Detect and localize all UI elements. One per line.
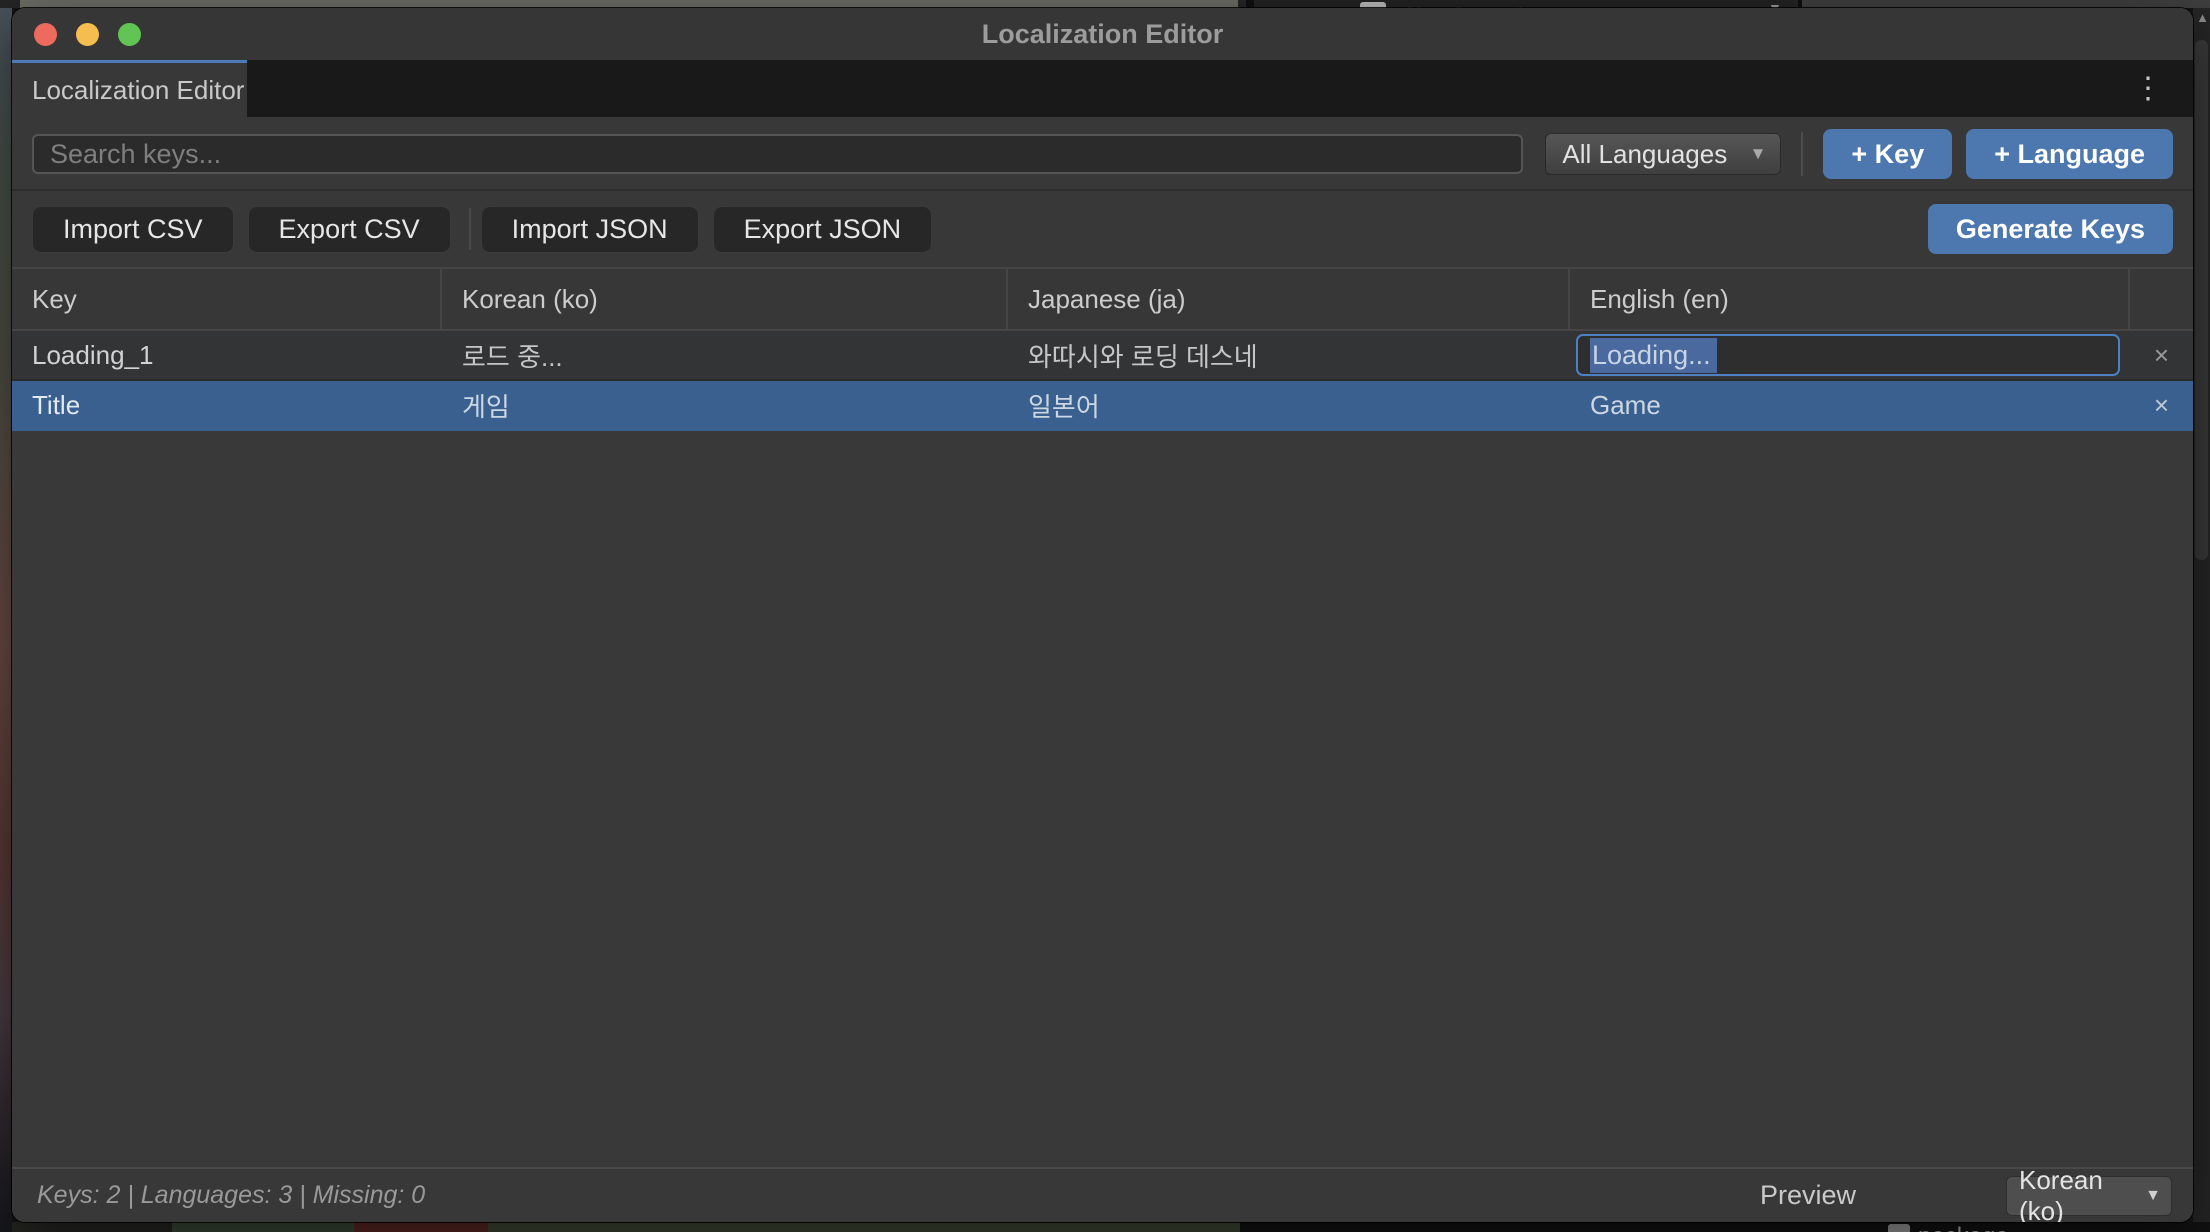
import-export-bar: Import CSV Export CSV Import JSON Export… xyxy=(12,191,2193,267)
background-scene-view-edge xyxy=(0,8,12,1232)
column-header-japanese[interactable]: Japanese (ja) xyxy=(1008,269,1570,329)
tab-localization-editor[interactable]: Localization Editor xyxy=(12,60,247,117)
background-fragment xyxy=(172,1222,354,1232)
chevron-down-icon: ▼ xyxy=(2145,1187,2161,1205)
background-project-item-label: package xyxy=(1918,1223,2009,1232)
table-row-title[interactable]: Title 게임 일본어 Game × xyxy=(12,381,2193,431)
chevron-down-icon: ▼ xyxy=(1768,0,1782,8)
delete-key-button[interactable]: × xyxy=(2130,381,2193,429)
delete-key-button[interactable]: × xyxy=(2130,331,2193,379)
background-panel-strip xyxy=(1798,0,2210,8)
background-fragment xyxy=(12,1222,172,1232)
localization-editor-window: Localization Editor Localization Editor … xyxy=(12,8,2193,1222)
toolbar-divider xyxy=(1801,132,1803,176)
toolbar: All Languages ▼ + Key + Language xyxy=(12,117,2193,189)
generate-keys-button[interactable]: Generate Keys xyxy=(1928,204,2173,254)
background-scene-tab-label: NewScene* xyxy=(1406,1,1525,8)
english-edit-input[interactable]: Loading... xyxy=(1576,334,2120,376)
preview-label: Preview xyxy=(1760,1180,1856,1211)
table-row-loading-1[interactable]: Loading_1 로드 중... 와따시와 로딩 데스네 Loading...… xyxy=(12,331,2193,381)
window-title: Localization Editor xyxy=(982,19,1224,50)
table-empty-area xyxy=(12,431,2193,1167)
key-cell[interactable]: Loading_1 xyxy=(12,331,442,379)
korean-cell[interactable]: 로드 중... xyxy=(442,331,1008,379)
background-toolbar-strip xyxy=(20,0,1238,8)
english-cell: Loading... xyxy=(1570,331,2130,379)
tab-label: Localization Editor xyxy=(32,75,244,106)
chevron-down-icon: ▼ xyxy=(1750,144,1767,164)
add-key-button[interactable]: + Key xyxy=(1823,129,1952,179)
background-fragment xyxy=(354,1222,488,1232)
close-window-button[interactable] xyxy=(34,23,57,46)
preview-language-dropdown[interactable]: Korean (ko) ▼ xyxy=(2006,1176,2172,1216)
minimize-window-button[interactable] xyxy=(76,23,99,46)
key-cell[interactable]: Title xyxy=(12,381,442,429)
japanese-cell[interactable]: 일본어 xyxy=(1008,381,1570,429)
language-filter-dropdown[interactable]: All Languages ▼ xyxy=(1545,133,1781,175)
export-json-button[interactable]: Export JSON xyxy=(713,206,933,253)
background-fragment xyxy=(488,1222,1240,1232)
background-project-panel-edge: package xyxy=(12,1222,2210,1232)
korean-cell[interactable]: 게임 xyxy=(442,381,1008,429)
status-bar: Keys: 2 | Languages: 3 | Missing: 0 Prev… xyxy=(12,1167,2193,1222)
background-scrollbar-thumb[interactable] xyxy=(2195,40,2208,560)
window-titlebar[interactable]: Localization Editor xyxy=(12,8,2193,60)
import-json-button[interactable]: Import JSON xyxy=(481,206,699,253)
background-scene-tab: NewScene* ▼ xyxy=(1246,0,1794,8)
language-filter-value: All Languages xyxy=(1562,139,1727,170)
search-input[interactable] xyxy=(32,134,1523,174)
add-language-button[interactable]: + Language xyxy=(1966,129,2173,179)
preview-language-value: Korean (ko) xyxy=(2019,1165,2145,1223)
status-summary: Keys: 2 | Languages: 3 | Missing: 0 xyxy=(37,1181,425,1210)
button-group-divider xyxy=(469,208,471,250)
import-csv-button[interactable]: Import CSV xyxy=(32,206,234,253)
column-header-english[interactable]: English (en) xyxy=(1570,269,2130,329)
japanese-cell[interactable]: 와따시와 로딩 데스네 xyxy=(1008,331,1570,379)
column-header-korean[interactable]: Korean (ko) xyxy=(442,269,1008,329)
english-cell[interactable]: Game xyxy=(1570,381,2130,429)
selected-text: Loading... xyxy=(1590,338,1717,373)
traffic-lights xyxy=(34,8,141,60)
editor-tab-bar: Localization Editor ⋮ xyxy=(12,60,2193,117)
column-header-key[interactable]: Key xyxy=(12,269,442,329)
background-window-top-strip: NewScene* ▼ xyxy=(0,0,2210,8)
folder-icon xyxy=(1888,1224,1910,1232)
kebab-menu-icon[interactable]: ⋮ xyxy=(2125,60,2171,117)
export-csv-button[interactable]: Export CSV xyxy=(248,206,451,253)
zoom-window-button[interactable] xyxy=(118,23,141,46)
scroll-up-icon[interactable]: ▲ xyxy=(2195,10,2210,25)
column-header-actions xyxy=(2130,269,2193,329)
table-header: Key Korean (ko) Japanese (ja) English (e… xyxy=(12,267,2193,331)
